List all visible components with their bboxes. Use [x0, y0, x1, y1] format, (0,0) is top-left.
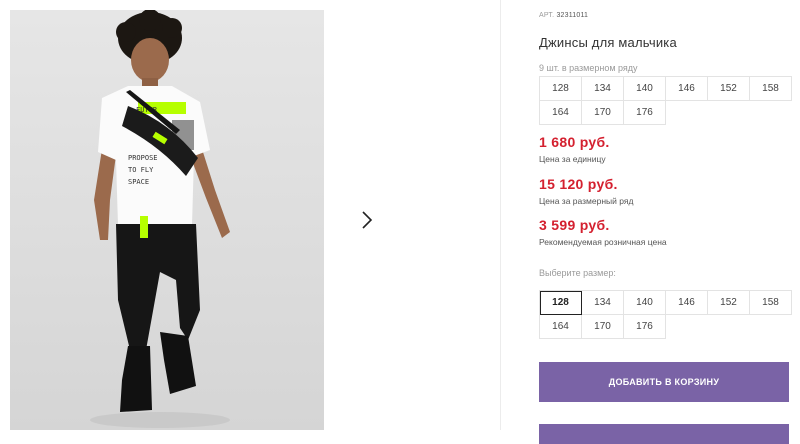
- size-row-cell: 134: [582, 77, 624, 101]
- retail-price-label: Рекомендуемая розничная цена: [539, 237, 667, 247]
- unit-price: 1 680 руб.: [539, 134, 610, 150]
- secondary-action-button[interactable]: [539, 424, 789, 444]
- size-row-grid: 128 134 140 146 152 158 164 170 176: [539, 76, 792, 125]
- size-option[interactable]: 176: [624, 315, 666, 339]
- chevron-right-icon: [362, 211, 373, 229]
- size-row-cell: 164: [540, 101, 582, 125]
- product-title: Джинсы для мальчика: [539, 35, 677, 50]
- boy-model-illustration: FUTUR WE PROPOSE TO FLY SPACE: [90, 10, 230, 428]
- size-row-caption: 9 шт. в размерном ряду: [539, 63, 638, 73]
- product-photo: FUTUR WE PROPOSE TO FLY SPACE: [10, 10, 324, 430]
- size-option[interactable]: 164: [540, 315, 582, 339]
- add-to-cart-button[interactable]: ДОБАВИТЬ В КОРЗИНУ: [539, 362, 789, 402]
- size-row-cell: 140: [624, 77, 666, 101]
- size-select-grid: 128 134 140 146 152 158 164 170 176: [539, 290, 792, 339]
- svg-text:TO FLY: TO FLY: [128, 166, 154, 174]
- next-image-button[interactable]: [348, 201, 386, 239]
- size-row-cell: 128: [540, 77, 582, 101]
- article-number: АРТ. 32311011: [539, 12, 588, 19]
- size-option[interactable]: 140: [624, 291, 666, 315]
- size-option[interactable]: 134: [582, 291, 624, 315]
- retail-price: 3 599 руб.: [539, 217, 610, 233]
- unit-price-label: Цена за единицу: [539, 154, 606, 164]
- size-row-cell: 158: [750, 77, 792, 101]
- gallery-divider: [500, 0, 501, 430]
- svg-text:PROPOSE: PROPOSE: [128, 154, 158, 162]
- article-value: 32311011: [556, 12, 589, 19]
- size-row-cell: 176: [624, 101, 666, 125]
- size-option-selected[interactable]: 128: [540, 291, 582, 315]
- product-gallery: FUTUR WE PROPOSE TO FLY SPACE: [10, 10, 510, 430]
- size-option[interactable]: 158: [750, 291, 792, 315]
- size-select-caption: Выберите размер:: [539, 268, 616, 278]
- article-label: АРТ.: [539, 12, 555, 19]
- size-option[interactable]: 146: [666, 291, 708, 315]
- row-price-label: Цена за размерный ряд: [539, 196, 634, 206]
- size-option[interactable]: 152: [708, 291, 750, 315]
- svg-text:SPACE: SPACE: [128, 178, 149, 186]
- size-row-cell: 152: [708, 77, 750, 101]
- size-option[interactable]: 170: [582, 315, 624, 339]
- row-price: 15 120 руб.: [539, 176, 618, 192]
- size-row-cell: 170: [582, 101, 624, 125]
- size-row-cell: 146: [666, 77, 708, 101]
